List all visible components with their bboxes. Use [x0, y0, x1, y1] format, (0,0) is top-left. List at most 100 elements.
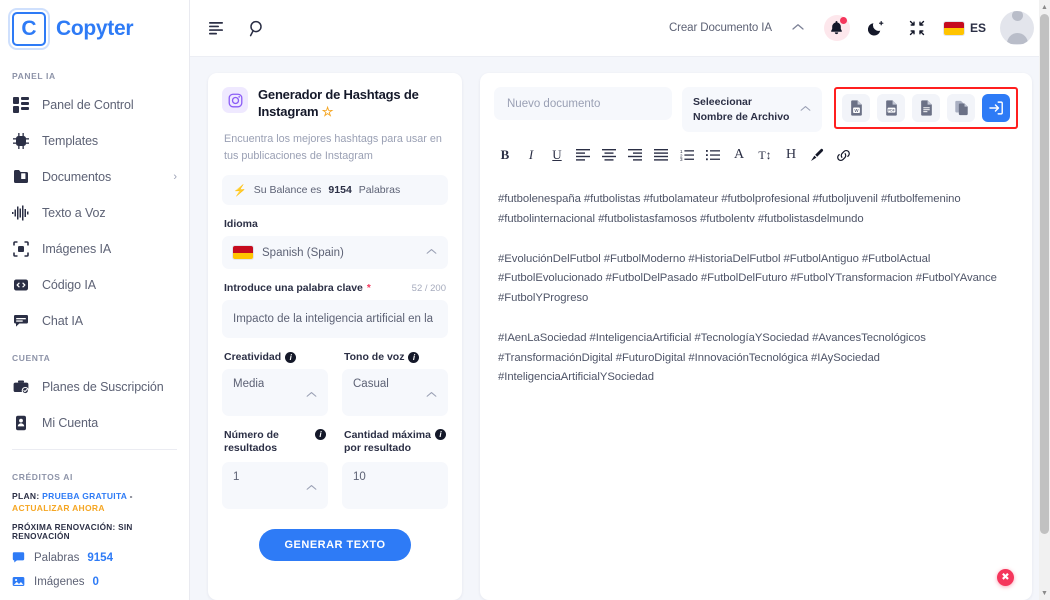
- align-right-icon[interactable]: [622, 144, 648, 166]
- sidebar-item-codigo-ia[interactable]: Código IA: [0, 267, 189, 303]
- info-icon[interactable]: i: [435, 429, 446, 441]
- scrollbar-thumb[interactable]: [1040, 14, 1049, 534]
- search-icon[interactable]: [244, 15, 270, 41]
- info-icon[interactable]: i: [315, 429, 326, 441]
- language-code: ES: [969, 21, 986, 35]
- highlight-brush-icon[interactable]: [804, 144, 830, 166]
- export-text-button[interactable]: [912, 94, 940, 122]
- page-scrollbar[interactable]: ▲ ▼: [1039, 0, 1050, 600]
- align-left-icon[interactable]: [570, 144, 596, 166]
- numero-select[interactable]: 1: [222, 461, 328, 509]
- sidebar-item-planes-de-suscripcion[interactable]: Planes de Suscripción: [0, 369, 189, 405]
- format-toolbar: B I U 123 A T↕ H: [480, 132, 1032, 166]
- generator-panel: Generador de Hashtags de Instagram ☆ Enc…: [208, 73, 462, 600]
- user-avatar[interactable]: [1000, 11, 1034, 45]
- required-asterisk: *: [366, 282, 371, 294]
- dashboard-icon: [12, 96, 30, 114]
- bold-icon[interactable]: B: [492, 144, 518, 166]
- idioma-label: Idioma: [224, 218, 258, 231]
- brand-name: Copyter: [56, 16, 134, 40]
- info-icon[interactable]: i: [285, 351, 297, 363]
- collapse-icon[interactable]: [904, 15, 930, 41]
- chevron-right-icon[interactable]: ›: [173, 171, 177, 183]
- info-icon[interactable]: i: [408, 351, 420, 363]
- documents-icon: [12, 168, 30, 186]
- link-icon[interactable]: [830, 144, 856, 166]
- balance-suffix: Palabras: [358, 184, 401, 197]
- sidebar-item-label: Texto a Voz: [42, 206, 106, 220]
- chevron-up-icon[interactable]: [786, 22, 810, 34]
- sidebar-item-label: Mi Cuenta: [42, 416, 99, 430]
- keyword-input-value: Impacto de la inteligencia artificial en…: [233, 313, 434, 326]
- moon-icon[interactable]: [864, 15, 890, 41]
- document-body[interactable]: #futbolenespaña #futbolistas #futbolamat…: [480, 166, 1032, 600]
- document-name-placeholder: Nuevo documento: [507, 97, 601, 110]
- bullet-list-icon[interactable]: [700, 144, 726, 166]
- sidebar-item-chat-ia[interactable]: Chat IA: [0, 303, 189, 339]
- language-selector[interactable]: ES: [943, 21, 986, 35]
- tono-label-text: Tono de voz: [344, 351, 405, 364]
- sidebar-item-documentos[interactable]: Documentos ›: [0, 159, 189, 195]
- sidebar-section-cuenta: CUENTA: [12, 353, 51, 363]
- image-frame-icon: [12, 240, 30, 258]
- sidebar-item-label: Documentos: [42, 170, 112, 184]
- credit-label: Palabras: [34, 551, 80, 564]
- creatividad-select[interactable]: Media: [222, 369, 328, 417]
- file-name-select[interactable]: Seleecionar Nombre de Archivo: [682, 87, 822, 132]
- sidebar-item-texto-a-voz[interactable]: Texto a Voz: [0, 195, 189, 231]
- credits-block: PLAN: PRUEBA GRATUITA - ACTUALIZAR AHORA…: [0, 488, 189, 589]
- sidebar-item-panel-de-control[interactable]: Panel de Control: [0, 87, 189, 123]
- save-button[interactable]: [982, 94, 1010, 122]
- balance-banner: ⚡ Su Balance es 9154 Palabras: [222, 175, 448, 206]
- generator-title: Generador de Hashtags de Instagram ☆: [258, 87, 448, 121]
- menu-align-icon[interactable]: [204, 15, 230, 41]
- scroll-up-arrow[interactable]: ▲: [1039, 0, 1050, 14]
- credit-label: Imágenes: [34, 575, 85, 588]
- heading-icon[interactable]: H: [778, 144, 804, 166]
- credit-value: 0: [92, 575, 99, 588]
- ordered-list-icon[interactable]: 123: [674, 144, 700, 166]
- document-paragraph: #futbolenespaña #futbolistas #futbolamat…: [498, 193, 961, 225]
- plan-upgrade-link[interactable]: ACTUALIZAR AHORA: [12, 503, 105, 513]
- export-pdf-button[interactable]: PDF: [877, 94, 905, 122]
- align-justify-icon[interactable]: [648, 144, 674, 166]
- font-size-icon[interactable]: T↕: [752, 144, 778, 166]
- notifications-button[interactable]: [823, 15, 850, 41]
- export-word-button[interactable]: W: [842, 94, 870, 122]
- word-file-icon: W: [850, 100, 862, 116]
- idioma-select[interactable]: Spanish (Spain): [222, 236, 448, 270]
- sidebar-item-label: Imágenes IA: [42, 242, 112, 256]
- chip-ai-icon: [12, 132, 30, 150]
- favorite-star-icon[interactable]: ☆: [322, 104, 334, 119]
- creatividad-label: Creatividad i: [222, 338, 328, 369]
- create-document-ia-link[interactable]: Crear Documento IA: [669, 22, 772, 34]
- sidebar: C Copyter PANEL IA Panel de Control Temp…: [0, 0, 190, 600]
- numero-label-text: Número de resultados: [224, 429, 279, 455]
- scroll-down-arrow[interactable]: ▼: [1039, 586, 1050, 600]
- topbar: Crear Documento IA ES: [190, 0, 1050, 57]
- numero-cantidad-row: Número de resultados i 1 Cantidad máxima…: [222, 416, 448, 509]
- sidebar-item-imagenes-ia[interactable]: Imágenes IA: [0, 231, 189, 267]
- keyword-input[interactable]: Impacto de la inteligencia artificial en…: [222, 300, 448, 339]
- idioma-value: Spanish (Spain): [262, 246, 344, 259]
- main-area: Crear Documento IA ES Generador de Hasht…: [190, 0, 1050, 600]
- save-document-icon: [989, 101, 1003, 115]
- sidebar-item-mi-cuenta[interactable]: Mi Cuenta: [0, 405, 189, 441]
- keyword-counter: 52 / 200: [411, 282, 446, 294]
- close-button[interactable]: ✖: [997, 569, 1014, 586]
- tono-select[interactable]: Casual: [342, 369, 448, 417]
- italic-icon[interactable]: I: [518, 144, 544, 166]
- align-center-icon[interactable]: [596, 144, 622, 166]
- copy-button[interactable]: [947, 94, 975, 122]
- underline-icon[interactable]: U: [544, 144, 570, 166]
- font-color-icon[interactable]: A: [726, 144, 752, 166]
- avatar-glyph: [1000, 11, 1034, 45]
- sidebar-item-templates[interactable]: Templates: [0, 123, 189, 159]
- creatividad-value: Media: [233, 378, 265, 391]
- document-name-input[interactable]: Nuevo documento: [494, 87, 672, 120]
- spain-flag-icon: [943, 21, 964, 35]
- cantidad-input[interactable]: 10: [342, 461, 448, 509]
- brand[interactable]: C Copyter: [0, 0, 189, 57]
- pdf-file-icon: PDF: [885, 100, 897, 116]
- generate-text-button[interactable]: GENERAR TEXTO: [259, 528, 411, 561]
